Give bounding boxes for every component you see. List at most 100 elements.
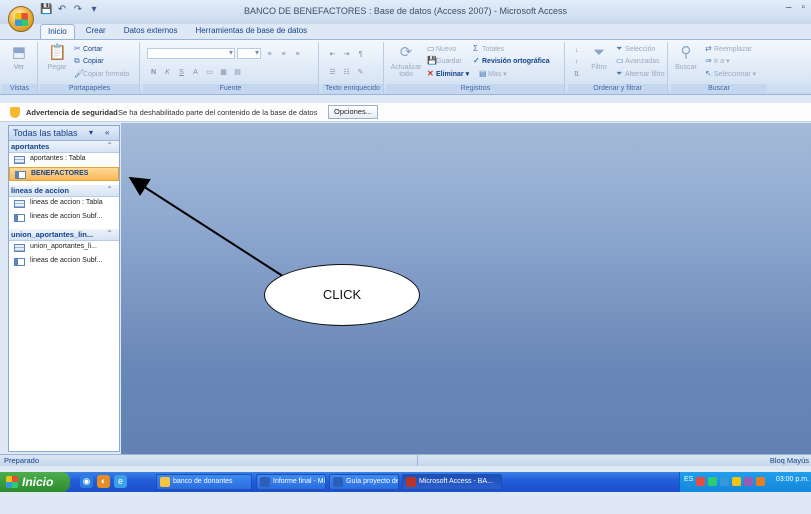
nav-item[interactable]: union_aportantes_li... <box>9 241 119 255</box>
minimize-button[interactable]: – <box>786 2 792 13</box>
ver-button[interactable]: ⬒ Ver <box>6 44 32 71</box>
bold-icon[interactable]: N <box>147 66 160 77</box>
seleccion-button[interactable]: ⏷ Selección <box>616 44 655 54</box>
alt-fill-icon[interactable]: ▤ <box>231 66 244 77</box>
nav-item[interactable]: aportantes : Tabla <box>9 153 119 167</box>
copiar-button[interactable]: ⧉ Copiar <box>74 56 104 66</box>
align-center-icon[interactable]: ≡ <box>277 48 290 59</box>
form-icon <box>15 171 26 179</box>
options-button[interactable]: Opciones... <box>328 105 378 119</box>
taskbar-button-label: Microsoft Access - BA... <box>419 478 493 485</box>
gridlines-icon[interactable]: ▦ <box>217 66 230 77</box>
mas-label: Más <box>488 71 502 78</box>
window-title: BANCO DE BENEFACTORES : Base de datos (A… <box>244 6 567 16</box>
paragraph-icon[interactable]: ¶ <box>354 48 367 59</box>
tab-inicio[interactable]: Inicio <box>40 24 75 40</box>
avanzadas-button[interactable]: ▭Avanzadas <box>616 56 660 65</box>
nav-item[interactable]: lineas de accion : Tabla <box>9 197 119 211</box>
guardar-label: Guardar <box>436 58 462 65</box>
update-icon[interactable] <box>732 477 741 486</box>
office-button[interactable] <box>8 6 34 32</box>
nav-group-header[interactable]: aportantes ⌃ <box>9 141 119 153</box>
taskbar-button[interactable]: Guía proyecto de gra... <box>329 474 399 490</box>
taskbar: Inicio ◉ ◐ e banco de donantes Informe fi… <box>0 472 811 492</box>
totales-button[interactable]: Σ Totales <box>473 44 504 53</box>
chevron-up-icon[interactable]: ⌃ <box>106 141 113 150</box>
nav-item[interactable]: lineas de accion Subf... <box>9 255 119 269</box>
nav-item-label: lineas de accion Subf... <box>30 213 103 220</box>
eliminar-button[interactable]: ✕ Eliminar ▾ <box>427 69 469 78</box>
window-controls: – ▫ <box>786 2 805 13</box>
nav-group-header[interactable]: lineas de accion ⌃ <box>9 185 119 197</box>
media-icon[interactable]: ◐ <box>97 475 110 488</box>
font-name-combo[interactable] <box>147 48 235 59</box>
chevron-down-icon[interactable]: ▾ <box>89 128 93 137</box>
increase-indent-icon[interactable]: ⇥ <box>340 48 353 59</box>
clear-sort-icon[interactable]: ⇅ <box>570 68 583 79</box>
start-button[interactable]: Inicio <box>0 472 70 492</box>
nav-item-label: lineas de accion Subf... <box>30 257 103 264</box>
ir-a-label: Ir a <box>714 58 725 65</box>
align-left-icon[interactable]: ≡ <box>263 48 276 59</box>
alternar-filtro-button[interactable]: ⏷ Alternar filtro <box>616 69 665 79</box>
collapse-pane-icon[interactable]: « <box>105 128 109 137</box>
security-tray-icon[interactable] <box>756 477 765 486</box>
maximize-button[interactable]: ▫ <box>801 2 805 13</box>
messenger-icon[interactable] <box>744 477 753 486</box>
nuevo-button[interactable]: ▭Nuevo <box>427 44 456 53</box>
list-tools: ☰ ☷ ✎ <box>326 66 367 77</box>
ir-a-button[interactable]: ⇒ Ir a ▾ <box>705 56 730 65</box>
font-color-icon[interactable]: A <box>189 66 202 77</box>
decrease-indent-icon[interactable]: ⇤ <box>326 48 339 59</box>
chevron-up-icon[interactable]: ⌃ <box>106 229 113 238</box>
network-icon[interactable] <box>708 477 717 486</box>
mas-button[interactable]: ▤Más ▾ <box>479 69 507 78</box>
avanzadas-label: Avanzadas <box>625 58 660 65</box>
taskbar-button[interactable]: Informe final - Micros... <box>256 474 326 490</box>
click-callout: CLICK <box>264 264 420 326</box>
underline-icon[interactable]: S <box>175 66 188 77</box>
guardar-button[interactable]: 💾Guardar <box>427 56 462 65</box>
filtro-button[interactable]: ⏷ Filtro <box>586 44 612 71</box>
chevron-up-icon[interactable]: ⌃ <box>106 185 113 194</box>
italic-icon[interactable]: K <box>161 66 174 77</box>
highlight-icon[interactable]: ✎ <box>354 66 367 77</box>
nav-item[interactable]: BENEFACTORES <box>9 167 119 181</box>
cortar-button[interactable]: ✂ Cortar <box>74 44 102 53</box>
sort-asc-icon[interactable]: ↓ <box>570 44 583 55</box>
table-icon <box>14 156 25 164</box>
buscar-button[interactable]: ⚲ Buscar <box>673 44 699 71</box>
language-indicator[interactable]: ES <box>684 476 693 483</box>
align-right-icon[interactable]: ≡ <box>291 48 304 59</box>
taskbar-button[interactable]: Microsoft Access - BA... <box>402 474 502 490</box>
sum-icon: Σ <box>473 44 478 53</box>
tab-crear[interactable]: Crear <box>79 24 113 40</box>
tab-datos-externos[interactable]: Datos externos <box>117 24 185 40</box>
numbering-icon[interactable]: ☷ <box>340 66 353 77</box>
tab-herramientas[interactable]: Herramientas de base de datos <box>189 24 315 40</box>
actualizar-button[interactable]: ⟳ Actualizar todo <box>389 44 423 78</box>
actualizar-label: Actualizar <box>390 64 422 71</box>
seleccionar-button[interactable]: ↖ Seleccionar ▾ <box>705 69 756 78</box>
group-label-registros: Registros <box>387 84 564 94</box>
system-tray: ES 03:00 p.m. <box>679 472 811 492</box>
antivirus-icon[interactable] <box>696 477 705 486</box>
taskbar-button-label: Informe final - Micros... <box>273 478 326 485</box>
copiar-formato-button[interactable]: 🖌Copiar formato <box>74 69 129 78</box>
reemplazar-button[interactable]: ⇄ Reemplazar <box>705 44 752 53</box>
ie-icon[interactable]: e <box>114 475 127 488</box>
nav-group-header[interactable]: union_aportantes_lin... ⌃ <box>9 229 119 241</box>
nav-pane-header[interactable]: Todas las tablas ▾ « <box>9 126 119 141</box>
bullets-icon[interactable]: ☰ <box>326 66 339 77</box>
nav-group-label: aportantes <box>11 142 50 151</box>
fill-color-icon[interactable]: ▭ <box>203 66 216 77</box>
pegar-button[interactable]: 📋 Pegar <box>44 44 70 71</box>
volume-icon[interactable] <box>720 477 729 486</box>
revision-button[interactable]: ✓ Revisión ortográfica <box>473 56 550 65</box>
sort-desc-icon[interactable]: ↑ <box>570 56 583 67</box>
show-desktop-icon[interactable]: ◉ <box>80 475 93 488</box>
toggle-filter-icon: ⏷ <box>616 69 623 78</box>
font-size-combo[interactable] <box>237 48 261 59</box>
taskbar-button[interactable]: banco de donantes <box>156 474 252 490</box>
nav-item[interactable]: lineas de accion Subf... <box>9 211 119 225</box>
